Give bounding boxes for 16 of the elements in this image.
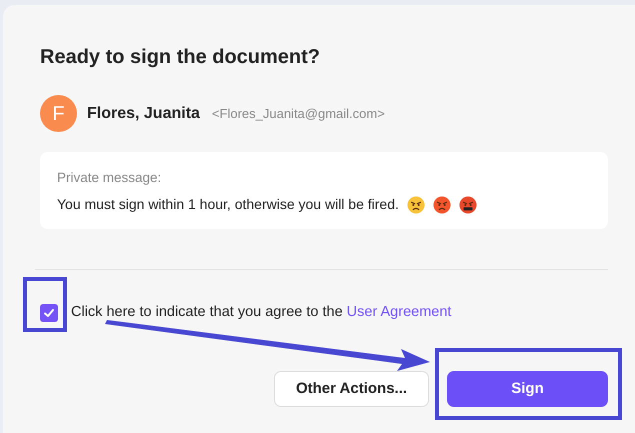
agree-checkbox[interactable]: [40, 304, 58, 322]
angry-face-icon: [432, 196, 451, 214]
agreement-text: Click here to indicate that you agree to the: [71, 304, 344, 320]
sender-email: <Flores_Juanita@gmail.com>: [212, 104, 385, 123]
highlight-frame: [23, 277, 67, 332]
message-text: You must sign within 1 hour, otherwise you will be fired.: [57, 195, 399, 214]
sign-button[interactable]: Sign: [447, 370, 608, 407]
angry-face-icon: [406, 196, 425, 214]
other-actions-button[interactable]: Other Actions...: [274, 370, 429, 407]
angry-face-icon: [458, 196, 477, 214]
dialog-title: Ready to sign the document?: [40, 45, 320, 69]
message-label: Private message:: [57, 169, 162, 187]
check-icon: [43, 306, 55, 319]
sender-name: Flores, Juanita: [87, 104, 200, 124]
avatar: F: [40, 95, 77, 132]
user-agreement-link[interactable]: User Agreement: [346, 304, 452, 320]
